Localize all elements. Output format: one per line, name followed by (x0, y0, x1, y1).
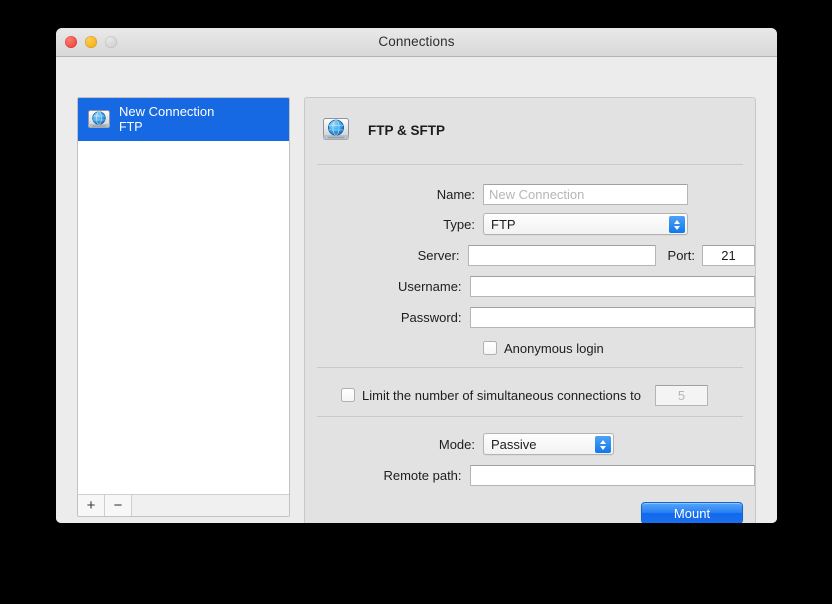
type-select[interactable]: FTP (483, 213, 688, 235)
password-input[interactable] (469, 306, 755, 328)
mode-label: Mode: (438, 436, 475, 452)
name-label: Name: (436, 186, 475, 202)
password-label: Password: (400, 309, 462, 325)
username-label: Username: (397, 278, 462, 294)
limit-connections-label: Limit the number of simultaneous connect… (362, 387, 641, 403)
sidebar-footer: + − (78, 494, 289, 516)
port-input[interactable] (702, 244, 755, 266)
username-input[interactable] (469, 275, 755, 297)
section-divider-3 (317, 416, 743, 417)
mode-select[interactable]: Passive (483, 433, 614, 455)
anonymous-login-row: Anonymous login (305, 337, 755, 359)
username-row: Username: (305, 275, 755, 297)
server-label: Server: (417, 247, 460, 263)
anonymous-login-label: Anonymous login (504, 340, 604, 356)
type-select-value: FTP (491, 217, 516, 232)
type-label: Type: (443, 216, 475, 232)
server-input[interactable] (467, 244, 656, 266)
remote-path-input[interactable] (469, 464, 755, 486)
remote-path-label: Remote path: (383, 467, 462, 483)
connections-list[interactable]: New Connection FTP (78, 98, 289, 494)
window-title: Connections (378, 34, 455, 49)
window-titlebar[interactable]: Connections (56, 28, 777, 57)
panel-header: FTP & SFTP (321, 115, 445, 145)
server-row: Server: Port: (305, 244, 755, 266)
remove-connection-button[interactable]: − (105, 495, 132, 516)
section-divider-1 (317, 164, 743, 165)
add-connection-button[interactable]: + (78, 495, 105, 516)
anonymous-login-checkbox[interactable] (483, 341, 497, 355)
section-divider-2 (317, 367, 743, 368)
connections-window: Connections New Connection FTP + − FTP &… (56, 28, 777, 523)
network-disk-icon (86, 107, 112, 133)
network-disk-icon (321, 115, 351, 145)
mount-button[interactable]: Mount (641, 502, 743, 523)
remote-path-row: Remote path: (305, 464, 755, 486)
chevron-up-down-icon (595, 436, 611, 453)
limit-connections-input[interactable] (654, 384, 708, 406)
type-row: Type: FTP (305, 213, 755, 235)
list-item[interactable]: New Connection FTP (78, 98, 289, 141)
password-row: Password: (305, 306, 755, 328)
name-input[interactable] (483, 183, 688, 205)
mode-row: Mode: Passive (305, 433, 755, 455)
chevron-up-down-icon (669, 216, 685, 233)
connections-sidebar: New Connection FTP + − (77, 97, 290, 517)
sidebar-footer-filler (132, 495, 289, 516)
mode-select-value: Passive (491, 437, 537, 452)
connection-protocol: FTP (119, 119, 143, 134)
window-content: New Connection FTP + − FTP & SFTP Name: … (56, 57, 777, 523)
connection-name: New Connection (119, 103, 215, 119)
limit-connections-checkbox[interactable] (341, 388, 355, 402)
connection-detail-panel: FTP & SFTP Name: Type: FTP (304, 97, 756, 523)
name-row: Name: (305, 183, 755, 205)
limit-connections-row: Limit the number of simultaneous connect… (305, 384, 755, 406)
panel-title: FTP & SFTP (368, 122, 446, 138)
port-label: Port: (667, 247, 695, 263)
